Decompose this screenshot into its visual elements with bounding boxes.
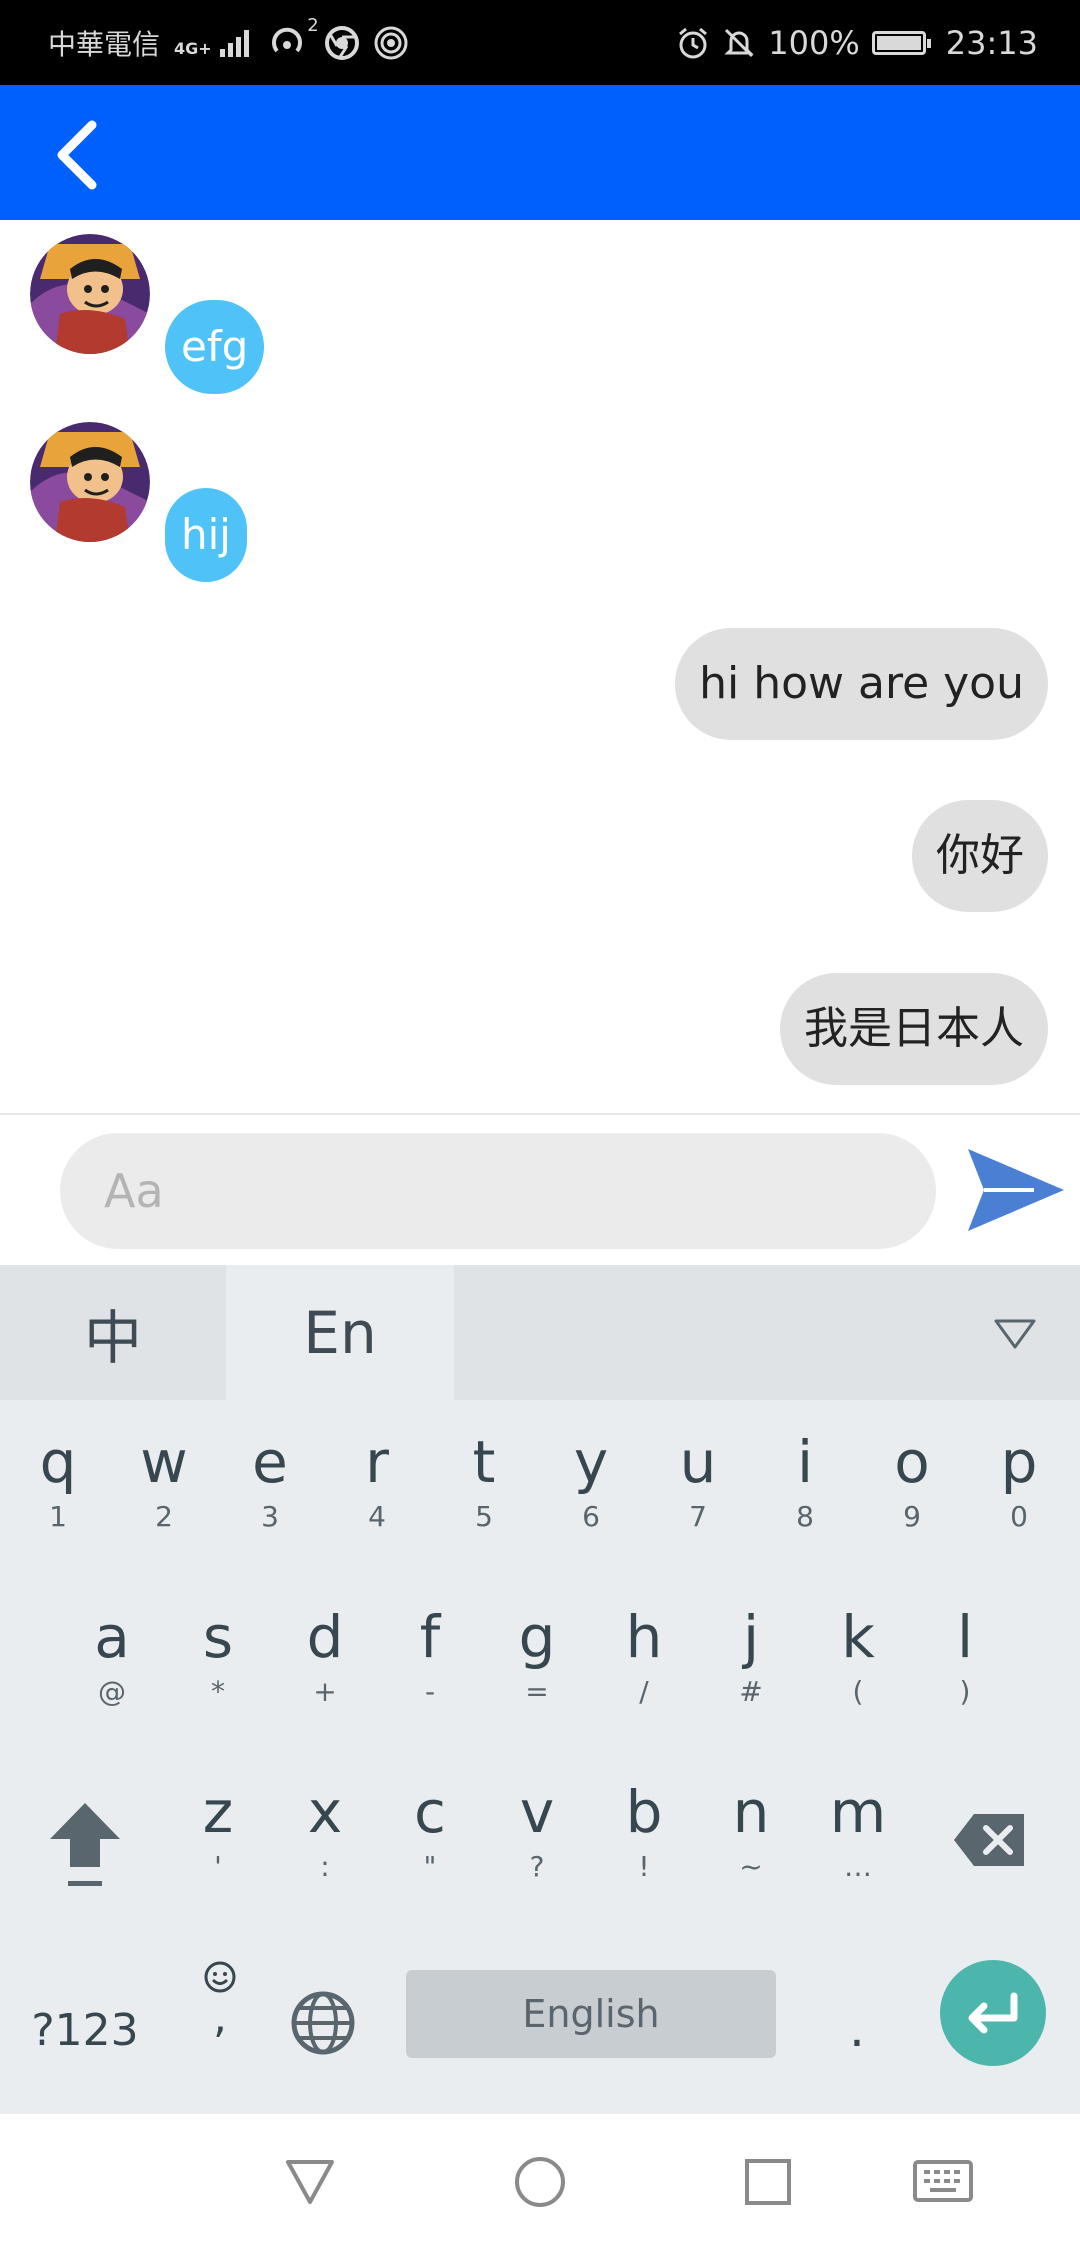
- battery-icon: [871, 30, 931, 55]
- period-key[interactable]: .: [842, 2000, 872, 2058]
- key-v[interactable]: v?: [487, 1765, 587, 1925]
- alarm-icon: [679, 27, 708, 58]
- message-bubble-incoming[interactable]: efg: [165, 300, 265, 394]
- keyboard-language-bar: 中 En: [0, 1265, 1080, 1400]
- mute-icon: [724, 28, 754, 57]
- enter-key[interactable]: [940, 1960, 1046, 2066]
- message-input[interactable]: [60, 1133, 936, 1249]
- system-nav-bar: [0, 2114, 1080, 2244]
- user-avatar[interactable]: [30, 422, 150, 542]
- key-r[interactable]: r4: [327, 1415, 427, 1575]
- smiley-icon: [204, 1961, 236, 1993]
- key-p[interactable]: p0: [969, 1415, 1069, 1575]
- key-e[interactable]: e3: [220, 1415, 320, 1575]
- keyboard-icon[interactable]: [912, 2152, 974, 2212]
- hotspot-badge: 2: [307, 14, 319, 36]
- status-left: 中華電信 4G+ 2: [48, 0, 409, 85]
- key-f[interactable]: f-: [380, 1590, 480, 1750]
- carrier-label: 中華電信: [48, 27, 161, 61]
- key-j[interactable]: j #: [701, 1590, 801, 1750]
- status-right: 100% 23:13: [676, 0, 1038, 85]
- chrome-icon: [324, 25, 359, 60]
- key-a[interactable]: a @: [62, 1590, 162, 1750]
- key-t[interactable]: t5: [434, 1415, 534, 1575]
- key-x[interactable]: x:: [275, 1765, 375, 1925]
- key-u[interactable]: u7: [648, 1415, 748, 1575]
- key-o[interactable]: o9: [862, 1415, 962, 1575]
- user-avatar[interactable]: [30, 234, 150, 354]
- message-bubble-incoming[interactable]: hij: [165, 488, 247, 582]
- status-bar: 中華電信 4G+ 2 100% 23:13: [0, 0, 1080, 85]
- key-l[interactable]: l): [915, 1590, 1015, 1750]
- message-composer: [0, 1113, 1080, 1267]
- signal-bars-icon: [219, 29, 249, 57]
- message-bubble-outgoing[interactable]: hi how are you: [675, 628, 1048, 740]
- triangle-down-icon[interactable]: [990, 1313, 1040, 1353]
- key-w[interactable]: w2: [114, 1415, 214, 1575]
- nfc-icon: [374, 26, 408, 59]
- comma-label: ,: [213, 1992, 227, 2043]
- globe-icon[interactable]: [290, 1990, 356, 2056]
- hotspot-icon: 2: [267, 15, 319, 65]
- home-circle-icon[interactable]: [510, 2152, 570, 2212]
- emoji-key[interactable]: ,: [198, 1960, 242, 2070]
- signal-icon: 4G+: [174, 29, 253, 57]
- app-bar: [0, 85, 1080, 220]
- message-bubble-outgoing[interactable]: 我是日本人: [780, 973, 1048, 1085]
- key-y[interactable]: y6: [541, 1415, 641, 1575]
- soft-keyboard: 中 En q1 w2 e3 r4 t5 y6 u7 i8 o9 p0 a @ s *…: [0, 1265, 1080, 2114]
- recents-square-icon[interactable]: [738, 2152, 798, 2212]
- tab-chinese[interactable]: 中: [0, 1265, 226, 1400]
- key-g[interactable]: g =: [487, 1590, 587, 1750]
- network-type: 4G+: [174, 38, 212, 58]
- back-triangle-icon[interactable]: [280, 2152, 340, 2212]
- clock: 23:13: [945, 23, 1038, 62]
- message-bubble-outgoing[interactable]: 你好: [912, 800, 1048, 912]
- key-d[interactable]: d +: [275, 1590, 375, 1750]
- backspace-icon[interactable]: [950, 1800, 1030, 1880]
- key-b[interactable]: b!: [594, 1765, 694, 1925]
- space-key[interactable]: English: [406, 1970, 776, 2058]
- key-q[interactable]: q1: [8, 1415, 108, 1575]
- shift-icon[interactable]: [40, 1795, 130, 1905]
- key-h[interactable]: h /: [594, 1590, 694, 1750]
- key-z[interactable]: z ': [168, 1765, 268, 1925]
- key-i[interactable]: i8: [755, 1415, 855, 1575]
- key-m[interactable]: m…: [808, 1765, 908, 1925]
- key-k[interactable]: k(: [808, 1590, 908, 1750]
- tab-english[interactable]: En: [226, 1265, 454, 1400]
- enter-icon: [968, 1992, 1018, 2034]
- key-s[interactable]: s *: [168, 1590, 268, 1750]
- chevron-left-icon[interactable]: [40, 115, 120, 195]
- key-n[interactable]: n ~: [701, 1765, 801, 1925]
- symbols-key[interactable]: ?123: [30, 2005, 140, 2056]
- battery-percent: 100%: [768, 23, 860, 62]
- key-c[interactable]: c ": [380, 1765, 480, 1925]
- send-icon[interactable]: [964, 1145, 1068, 1235]
- message-list[interactable]: efg hij hi how are you 你好 我是日本人: [0, 220, 1080, 1113]
